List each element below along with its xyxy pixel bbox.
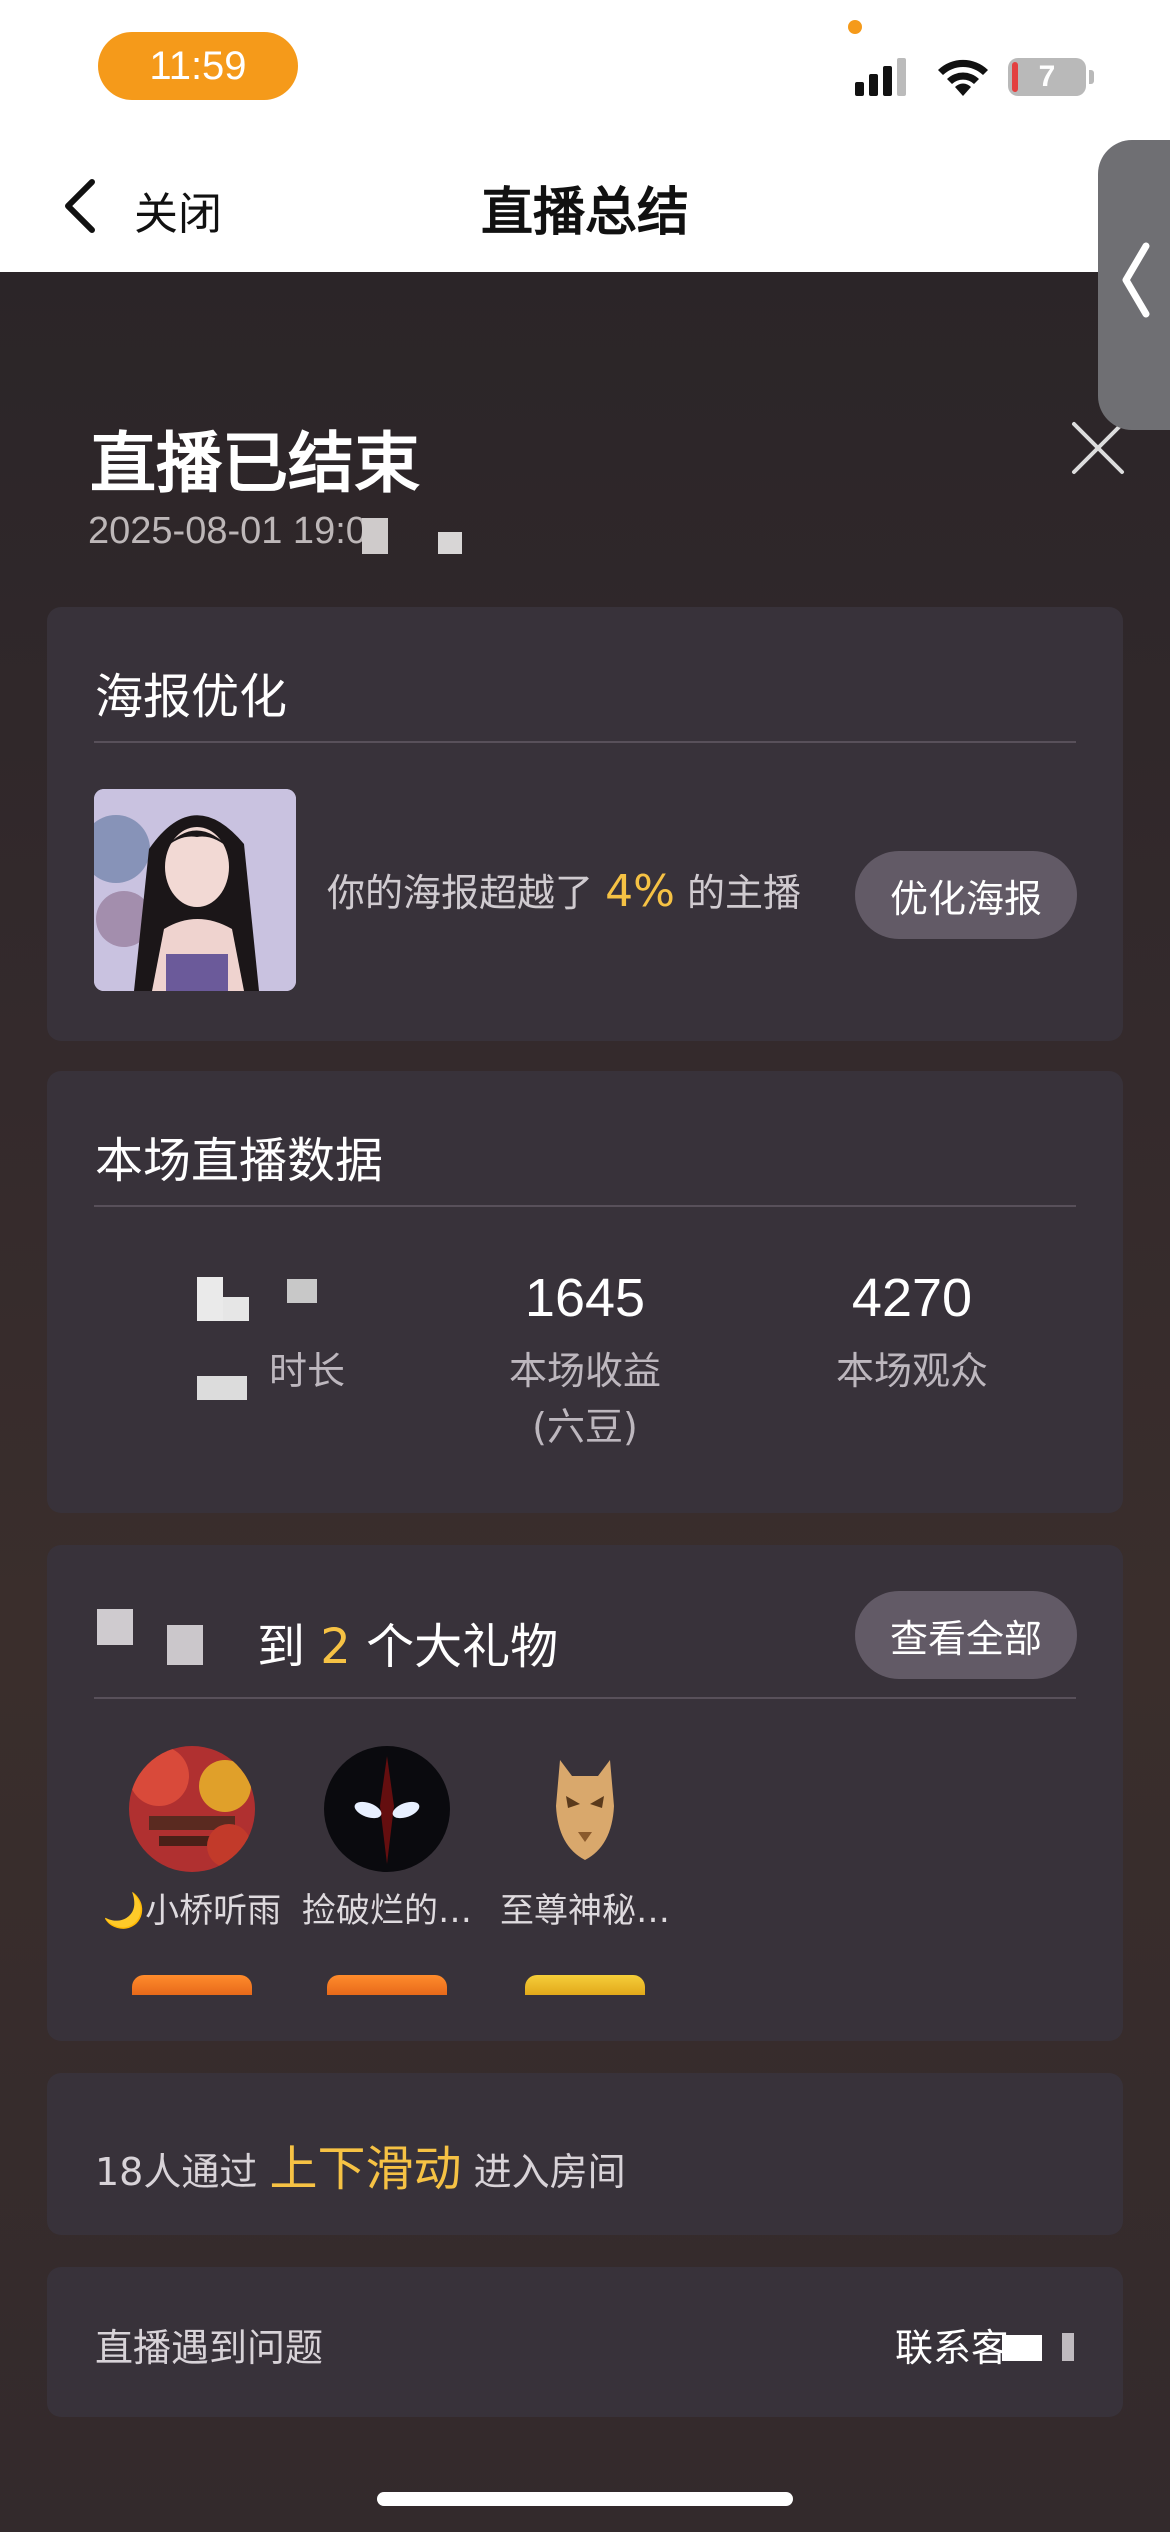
redaction-mark xyxy=(1002,2335,1042,2361)
live-data-title: 本场直播数据 xyxy=(95,1133,384,1189)
close-x-icon[interactable] xyxy=(1070,420,1126,476)
side-drawer-handle[interactable] xyxy=(1098,140,1170,430)
redaction-mark xyxy=(1062,2333,1074,2361)
battery-level: 7 xyxy=(1038,60,1056,93)
poster-thumbnail[interactable] xyxy=(94,789,296,991)
redaction-mark xyxy=(197,1277,223,1321)
stat-label: 本场收益 (六豆) xyxy=(425,1343,745,1455)
status-time: 11:59 xyxy=(98,32,298,100)
live-date: 2025-08-01 19:0 xyxy=(88,510,367,552)
poster-card-title: 海报优化 xyxy=(95,669,288,725)
mask-icon xyxy=(556,1760,614,1860)
signal-icon xyxy=(855,58,906,96)
avatar-image xyxy=(324,1746,450,1872)
view-all-gifts-button[interactable]: 查看全部 xyxy=(855,1591,1077,1679)
optimize-poster-button[interactable]: 优化海报 xyxy=(855,851,1077,939)
swipe-highlight: 上下滑动 xyxy=(269,2141,462,2197)
gift-user-name: 至尊神秘… xyxy=(500,1891,670,1931)
redaction-mark xyxy=(362,518,388,554)
recording-dot-icon xyxy=(848,20,862,34)
stat-label-sub: (六豆) xyxy=(532,1405,638,1449)
gift-user-name: 捡破烂的… xyxy=(302,1891,472,1931)
gift-badge xyxy=(327,1975,447,1995)
gifts-count: 2 xyxy=(320,1619,351,1675)
divider xyxy=(94,741,1076,743)
stat-label-main: 本场收益 xyxy=(508,1349,661,1393)
avatar-image xyxy=(129,1746,255,1872)
contact-service-link[interactable]: 联系客 xyxy=(895,2317,1009,2372)
divider xyxy=(94,1205,1076,1207)
stat-value: 1645 xyxy=(524,1268,646,1328)
redaction-mark xyxy=(197,1376,247,1400)
stat-earnings: 1645 本场收益 (六豆) xyxy=(425,1267,745,1455)
problem-label: 直播遇到问题 xyxy=(95,2326,324,2370)
live-data-card: 本场直播数据 时长 1645 本场收益 (六豆) 4270 本场观众 xyxy=(47,1071,1123,1513)
redaction-mark xyxy=(97,1609,133,1645)
divider xyxy=(94,1697,1076,1699)
poster-text-prefix: 你的海报超越了 xyxy=(327,871,594,915)
redaction-mark xyxy=(438,532,462,554)
swipe-suffix: 进入房间 xyxy=(473,2150,626,2194)
poster-rank-text: 你的海报超越了 4% 的主播 xyxy=(327,862,801,917)
stat-label: 本场观众 xyxy=(835,1349,988,1393)
swipe-entry-text: 18人通过 上下滑动 进入房间 xyxy=(95,2129,626,2199)
gifts-title: 到 2 个大礼物 xyxy=(257,1607,558,1677)
gifts-card: 到 2 个大礼物 查看全部 🌙小桥听雨 捡破烂的… 至尊神秘… xyxy=(47,1545,1123,2041)
poster-text-suffix: 的主播 xyxy=(687,871,802,915)
gift-badge xyxy=(525,1975,645,1995)
stat-viewers: 4270 本场观众 xyxy=(752,1267,1072,1399)
redaction-mark xyxy=(223,1297,249,1321)
battery-cap xyxy=(1089,70,1094,84)
gifts-title-prefix: 到 xyxy=(257,1619,306,1675)
swipe-card: 18人通过 上下滑动 进入房间 xyxy=(47,2073,1123,2235)
page-title: 直播总结 xyxy=(480,183,689,243)
battery-icon: 7 xyxy=(1008,58,1086,96)
gifts-title-tail: 个大礼物 xyxy=(366,1619,559,1675)
redaction-mark xyxy=(167,1625,203,1665)
redaction-mark xyxy=(287,1279,317,1303)
top-bar: 11:59 7 关闭 直播总结 xyxy=(0,0,1170,272)
gift-user-avatar[interactable] xyxy=(324,1746,450,1872)
gift-user-name: 🌙小桥听雨 xyxy=(102,1891,282,1931)
stat-value: 4270 xyxy=(851,1268,973,1328)
gift-badge xyxy=(132,1975,252,1995)
home-indicator[interactable] xyxy=(377,2492,793,2506)
gift-user-avatar[interactable] xyxy=(522,1746,648,1872)
stat-label: 时长 xyxy=(268,1349,345,1393)
wifi-icon xyxy=(938,59,988,96)
summary-heading: 直播已结束 xyxy=(90,425,420,502)
problem-card[interactable]: 直播遇到问题 联系客 xyxy=(47,2267,1123,2417)
chevron-left-icon xyxy=(1122,242,1150,318)
poster-percent: 4% xyxy=(605,866,675,917)
swipe-prefix: 18人通过 xyxy=(95,2150,258,2194)
gift-user-avatar[interactable] xyxy=(129,1746,255,1872)
poster-card: 海报优化 你的海报超越了 4% 的主播 优化海报 xyxy=(47,607,1123,1041)
streamer-photo xyxy=(94,789,296,991)
